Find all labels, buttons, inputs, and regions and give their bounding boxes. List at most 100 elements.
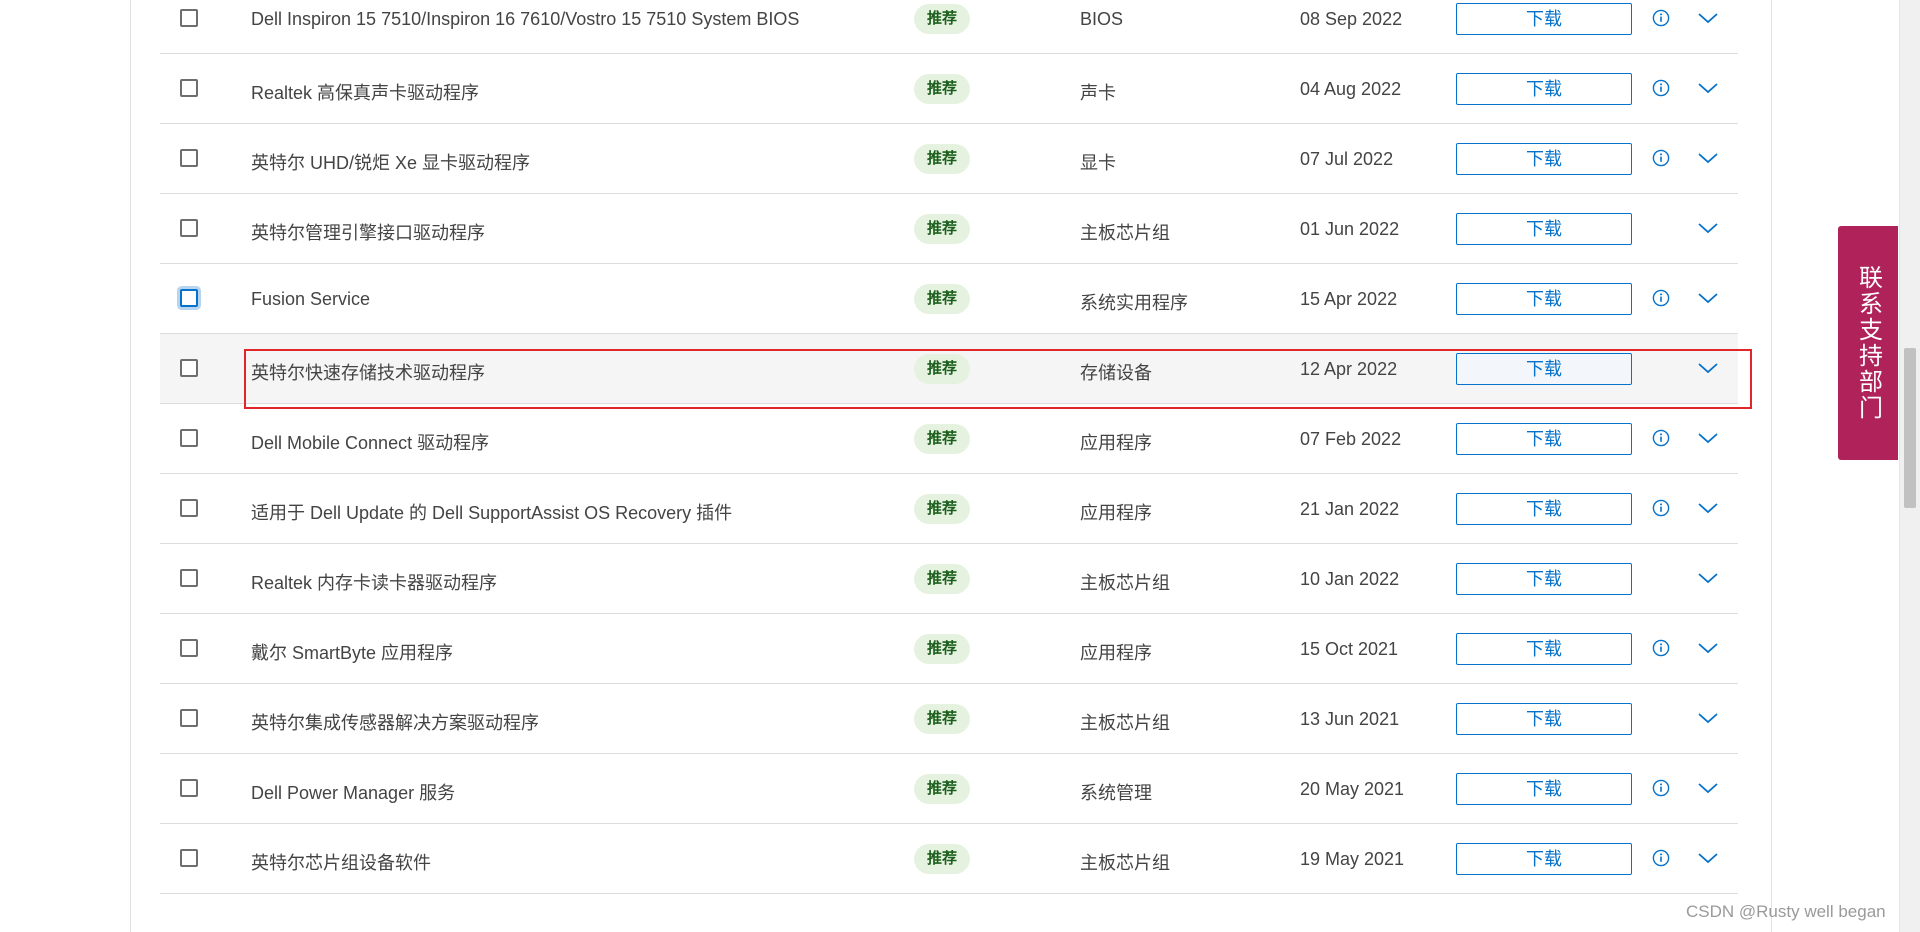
row-select-checkbox[interactable] [180,849,198,867]
info-circle-icon[interactable] [1652,429,1670,447]
chevron-down-icon[interactable] [1697,291,1719,305]
chevron-down-icon[interactable] [1697,11,1719,25]
recommended-badge: 推荐 [914,634,970,664]
driver-category: 存储设备 [1080,363,1152,383]
info-circle-icon[interactable] [1652,289,1670,307]
driver-name: 英特尔芯片组设备软件 [251,853,431,873]
driver-category: 应用程序 [1080,643,1152,663]
row-select-checkbox[interactable] [180,709,198,727]
download-button[interactable]: 下载 [1456,493,1632,525]
driver-category: 应用程序 [1080,503,1152,523]
recommended-badge: 推荐 [914,284,970,314]
row-select-checkbox[interactable] [180,219,198,237]
info-circle-icon[interactable] [1652,499,1670,517]
release-date: 20 May 2021 [1300,779,1405,799]
download-button[interactable]: 下载 [1456,773,1632,805]
info-circle-icon[interactable] [1652,849,1670,867]
info-circle-icon[interactable] [1652,149,1670,167]
row-select-checkbox[interactable] [180,359,198,377]
download-button[interactable]: 下载 [1456,633,1632,665]
download-button[interactable]: 下载 [1456,423,1632,455]
contact-support-tab[interactable]: 联系支持部门 [1838,226,1898,460]
info-circle-icon[interactable] [1652,639,1670,657]
recommended-badge: 推荐 [914,4,970,34]
driver-category: 应用程序 [1080,433,1152,453]
driver-table: Dell Inspiron 15 7510/Inspiron 16 7610/V… [160,0,1738,894]
chevron-down-icon[interactable] [1697,571,1719,585]
driver-name: Dell Inspiron 15 7510/Inspiron 16 7610/V… [251,9,800,29]
release-date: 08 Sep 2022 [1300,9,1403,29]
table-row: Realtek 内存卡读卡器驱动程序 推荐 主板芯片组 10 Jan 2022 下载 [160,544,1738,614]
chevron-down-icon[interactable] [1697,151,1719,165]
driver-category: 系统管理 [1080,783,1152,803]
table-row: Dell Mobile Connect 驱动程序 推荐 应用程序 07 Feb 202… [160,404,1738,474]
download-button[interactable]: 下载 [1456,213,1632,245]
recommended-badge: 推荐 [914,144,970,174]
chevron-down-icon[interactable] [1697,851,1719,865]
row-select-checkbox[interactable] [180,569,198,587]
chevron-down-icon[interactable] [1697,641,1719,655]
driver-name: 英特尔集成传感器解决方案驱动程序 [251,713,539,733]
release-date: 19 May 2021 [1300,849,1405,869]
recommended-badge: 推荐 [914,424,970,454]
watermark: CSDN @Rusty well began [1686,902,1886,921]
recommended-badge: 推荐 [914,774,970,804]
chevron-down-icon[interactable] [1697,711,1719,725]
release-date: 07 Jul 2022 [1300,149,1394,169]
download-button[interactable]: 下载 [1456,73,1632,105]
table-row: Dell Power Manager 服务 推荐 系统管理 20 May 2021 下载 [160,754,1738,824]
table-row: 英特尔 UHD/锐炬 Xe 显卡驱动程序 推荐 显卡 07 Jul 2022 下载 [160,124,1738,194]
row-select-checkbox[interactable] [180,79,198,97]
chevron-down-icon[interactable] [1697,781,1719,795]
download-button[interactable]: 下载 [1456,3,1632,35]
download-button[interactable]: 下载 [1456,703,1632,735]
download-button[interactable]: 下载 [1456,843,1632,875]
table-row: 适用于 Dell Update 的 Dell SupportAssist OS … [160,474,1738,544]
chevron-down-icon[interactable] [1697,81,1719,95]
info-circle-icon[interactable] [1652,779,1670,797]
info-circle-icon[interactable] [1652,79,1670,97]
row-select-checkbox[interactable] [180,149,198,167]
release-date: 01 Jun 2022 [1300,219,1400,239]
release-date: 07 Feb 2022 [1300,429,1402,449]
download-button[interactable]: 下载 [1456,283,1632,315]
page-scrollbar[interactable] [1899,0,1920,932]
driver-download-page: Dell Inspiron 15 7510/Inspiron 16 7610/V… [0,0,1920,932]
recommended-badge: 推荐 [914,844,970,874]
driver-name: 英特尔快速存储技术驱动程序 [251,363,485,383]
chevron-down-icon[interactable] [1697,501,1719,515]
release-date: 10 Jan 2022 [1300,569,1400,589]
row-select-checkbox[interactable] [180,9,198,27]
recommended-badge: 推荐 [914,74,970,104]
chevron-down-icon[interactable] [1697,431,1719,445]
row-select-checkbox[interactable] [180,499,198,517]
driver-category: 显卡 [1080,153,1116,173]
driver-category: 声卡 [1080,83,1116,103]
driver-name: Dell Power Manager 服务 [251,783,456,803]
driver-name: 戴尔 SmartByte 应用程序 [251,643,454,663]
row-select-checkbox[interactable] [180,639,198,657]
scrollbar-thumb[interactable] [1904,348,1916,508]
download-button[interactable]: 下载 [1456,353,1632,385]
release-date: 13 Jun 2021 [1300,709,1400,729]
recommended-badge: 推荐 [914,564,970,594]
driver-category: 主板芯片组 [1080,853,1170,873]
chevron-down-icon[interactable] [1697,361,1719,375]
driver-category: 系统实用程序 [1080,293,1188,313]
driver-name: 英特尔 UHD/锐炬 Xe 显卡驱动程序 [251,153,531,173]
row-select-checkbox[interactable] [180,779,198,797]
chevron-down-icon[interactable] [1697,221,1719,235]
release-date: 12 Apr 2022 [1300,359,1398,379]
driver-name: Realtek 高保真声卡驱动程序 [251,83,480,103]
info-circle-icon[interactable] [1652,9,1670,27]
table-row: 戴尔 SmartByte 应用程序 推荐 应用程序 15 Oct 2021 下载 [160,614,1738,684]
table-row: Realtek 高保真声卡驱动程序 推荐 声卡 04 Aug 2022 下载 [160,54,1738,124]
row-select-checkbox[interactable] [180,429,198,447]
driver-category: 主板芯片组 [1080,573,1170,593]
row-select-checkbox[interactable] [180,289,198,307]
download-button[interactable]: 下载 [1456,563,1632,595]
recommended-badge: 推荐 [914,494,970,524]
table-row: 英特尔集成传感器解决方案驱动程序 推荐 主板芯片组 13 Jun 2021 下载 [160,684,1738,754]
release-date: 15 Apr 2022 [1300,289,1398,309]
download-button[interactable]: 下载 [1456,143,1632,175]
